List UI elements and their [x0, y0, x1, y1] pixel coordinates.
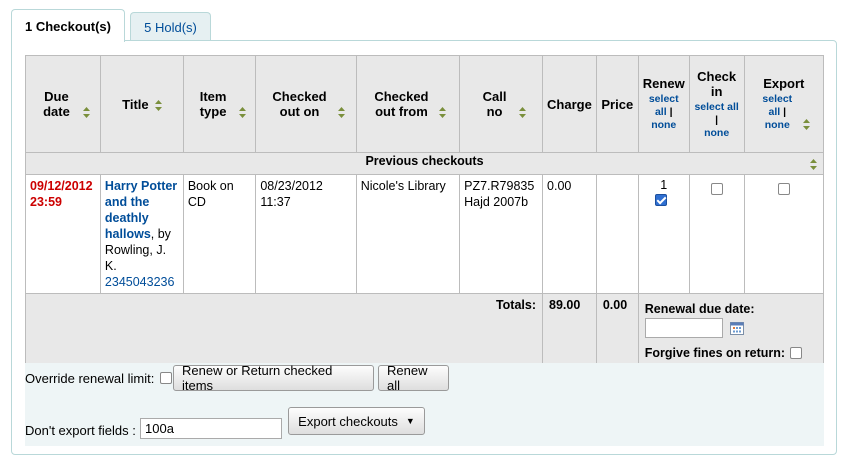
renew-all-button[interactable]: Renew all [378, 363, 449, 393]
table-row: 09/12/2012 23:59 Harry Potter and the de… [25, 174, 825, 294]
sort-icon [239, 107, 247, 119]
sort-icon [518, 107, 526, 119]
checkin-checkbox[interactable] [710, 182, 723, 195]
renew-return-button[interactable]: Renew or Return checked items [173, 363, 374, 393]
sort-icon [810, 159, 817, 170]
checked-out-from-cell: Nicole's Library [355, 174, 461, 294]
item-type-cell: Book on CD [182, 174, 257, 294]
col-item-type[interactable]: Item type [182, 55, 257, 153]
col-checked-out-from[interactable]: Checked out from [355, 55, 461, 153]
renewal-due-label: Renewal due date: [644, 302, 755, 316]
checkouts-panel: Due date Title Item type Checked out on … [11, 40, 837, 455]
totals-row: Totals: 89.00 0.00 Renewal due date: For… [24, 293, 825, 372]
group-row-previous-checkouts[interactable]: Previous checkouts [25, 152, 824, 175]
col-call-no[interactable]: Call no [459, 55, 544, 153]
checkin-select-none-link[interactable]: none [704, 127, 729, 139]
col-check-in: Check in select all | none [688, 55, 745, 153]
barcode-link[interactable]: 2345043236 [105, 275, 175, 289]
caret-down-icon: ▼ [405, 416, 415, 426]
dont-export-label: Don't export fields : [25, 422, 136, 438]
charge-cell: 0.00 [542, 174, 597, 294]
due-time: 23:59 [30, 195, 62, 209]
override-renewal-label: Override renewal limit: [25, 370, 155, 386]
title-cell: Harry Potter and the deathly hallows, by… [99, 174, 184, 294]
export-select-all-link[interactable]: select all [762, 93, 792, 118]
renew-cell: 1 [637, 174, 690, 294]
due-date: 09/12/2012 [30, 179, 93, 193]
sort-icon [803, 119, 811, 131]
sort-icon [154, 99, 162, 111]
col-checked-out-on[interactable]: Checked out on [255, 55, 357, 153]
export-select-links: select all | none [762, 93, 793, 131]
col-export[interactable]: Export select all | none [743, 55, 825, 153]
renew-select-none-link[interactable]: none [651, 119, 676, 131]
check-in-cell [688, 174, 745, 294]
export-select-none-link[interactable]: none [765, 119, 790, 131]
totals-label: Totals: [24, 293, 544, 372]
total-price: 0.00 [595, 293, 639, 372]
renew-count: 1 [660, 178, 668, 192]
tab-checkouts[interactable]: 1 Checkout(s) [11, 9, 125, 42]
checked-out-on-cell: 08/23/2012 11:37 [255, 174, 357, 294]
sort-icon [337, 107, 345, 119]
header-row: Due date Title Item type Checked out on … [25, 55, 825, 153]
col-title[interactable]: Title [99, 55, 184, 153]
export-checkbox[interactable] [777, 182, 790, 195]
renew-select-all-link[interactable]: select all [649, 93, 679, 118]
renew-select-links: select all | none [648, 93, 679, 131]
price-cell [595, 174, 639, 294]
sort-icon [439, 107, 447, 119]
checkin-select-links: select all | none [694, 100, 739, 139]
group-label: Previous checkouts [25, 152, 824, 175]
calendar-icon[interactable] [730, 321, 745, 335]
override-renewal-group: Override renewal limit: [25, 370, 173, 386]
sort-icon [83, 107, 91, 119]
forgive-row: Forgive fines on return: [645, 346, 817, 360]
total-charge: 89.00 [542, 293, 597, 372]
forgive-fines-checkbox[interactable] [790, 347, 803, 359]
checkin-select-all-link[interactable]: select all [694, 101, 738, 113]
renewal-due-date-input[interactable] [644, 318, 723, 338]
col-price: Price [595, 55, 639, 153]
call-no-cell: PZ7.R79835 Hajd 2007b [459, 174, 544, 294]
forgive-fines-label: Forgive fines on return: [644, 346, 786, 360]
due-date-cell: 09/12/2012 23:59 [25, 174, 101, 294]
dont-export-fields-input[interactable] [140, 418, 282, 439]
checkouts-table: Due date Title Item type Checked out on … [24, 55, 825, 372]
tab-holds[interactable]: 5 Hold(s) [130, 12, 211, 41]
export-cell [743, 174, 825, 294]
col-renew: Renew select all | none [637, 55, 690, 153]
export-checkouts-button[interactable]: Export checkouts ▼ [288, 407, 425, 435]
override-renewal-checkbox[interactable] [160, 372, 173, 384]
col-charge: Charge [542, 55, 597, 153]
renew-checkbox[interactable] [654, 193, 667, 206]
col-due-date[interactable]: Due date [25, 55, 101, 153]
renewal-due-row [644, 318, 817, 338]
renewal-options-cell: Renewal due date: Forgive fines on retur… [637, 293, 825, 372]
